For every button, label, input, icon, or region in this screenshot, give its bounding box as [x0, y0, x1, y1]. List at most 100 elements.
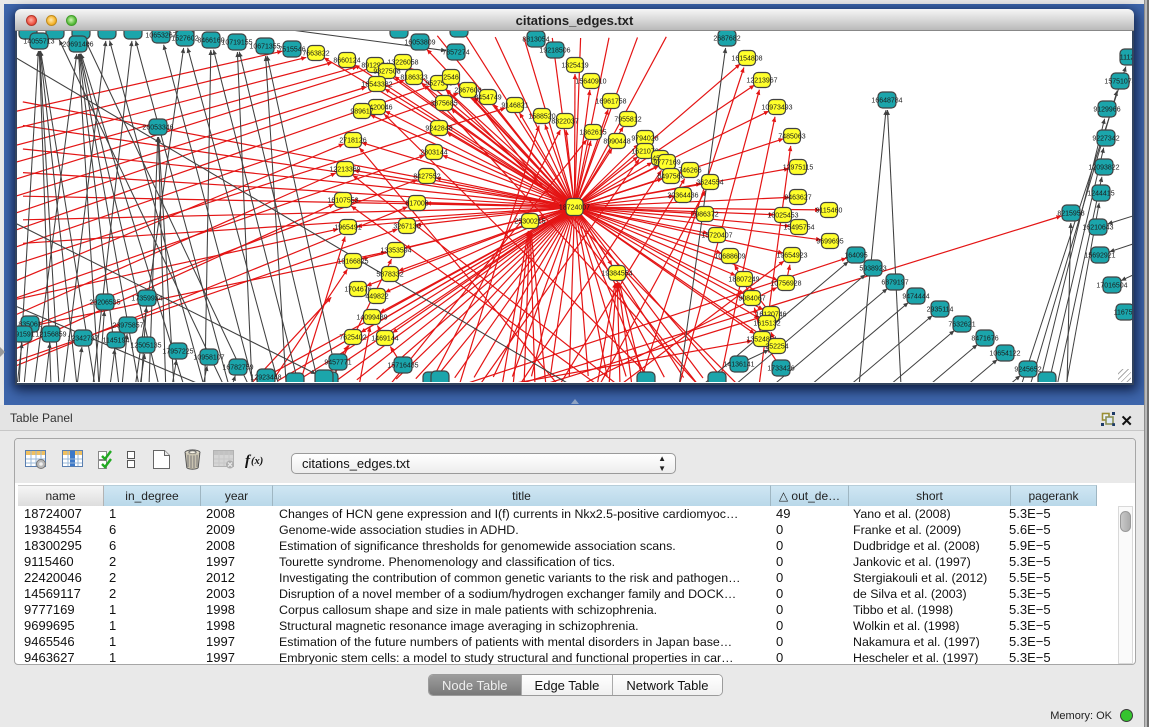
svg-text:9463627: 9463627	[784, 194, 811, 201]
svg-text:2367608: 2367608	[454, 87, 481, 94]
svg-text:16107553: 16107553	[327, 197, 358, 204]
svg-text:1527602: 1527602	[171, 35, 198, 42]
svg-text:7663822: 7663822	[302, 50, 329, 57]
svg-text:8427552: 8427552	[413, 173, 440, 180]
svg-text:5938923: 5938923	[859, 265, 886, 272]
svg-text:20364436: 20364436	[667, 192, 698, 199]
svg-text:9245652: 9245652	[1014, 366, 1041, 373]
svg-text:12156859: 12156859	[35, 331, 66, 338]
svg-text:10025453: 10025453	[767, 212, 798, 219]
svg-text:391591: 391591	[17, 331, 35, 338]
svg-text:1145194: 1145194	[103, 337, 130, 344]
svg-text:10958107: 10958107	[193, 354, 224, 361]
svg-text:7857274: 7857274	[442, 49, 469, 56]
svg-text:9084067: 9084067	[738, 295, 765, 302]
svg-text:15692921: 15692921	[1084, 252, 1115, 259]
svg-text:17957225: 17957225	[162, 348, 193, 355]
svg-text:9115460: 9115460	[816, 207, 843, 214]
svg-text:8454749: 8454749	[474, 94, 501, 101]
svg-text:7485063: 7485063	[778, 133, 805, 140]
svg-text:449822: 449822	[365, 293, 388, 300]
svg-text:15716485: 15716485	[387, 362, 418, 369]
svg-text:10973493: 10973493	[761, 104, 792, 111]
svg-text:9129966: 9129966	[1093, 106, 1120, 113]
svg-text:16210643: 16210643	[1082, 224, 1113, 231]
svg-text:989617: 989617	[350, 108, 373, 115]
svg-text:9146821: 9146821	[501, 102, 528, 109]
svg-text:3624554: 3624554	[696, 179, 723, 186]
svg-text:8471676: 8471676	[971, 335, 998, 342]
svg-text:17359934: 17359934	[131, 295, 162, 302]
svg-text:7955812: 7955812	[614, 116, 641, 123]
svg-text:9227342: 9227342	[1092, 135, 1119, 142]
svg-text:9794028: 9794028	[631, 135, 658, 142]
svg-text:16648784: 16648784	[871, 97, 902, 104]
svg-text:10756928: 10756928	[770, 280, 801, 287]
svg-text:7632621: 7632621	[948, 321, 975, 328]
svg-text:1325419: 1325419	[561, 62, 588, 69]
svg-text:14136141: 14136141	[723, 361, 754, 368]
svg-text:8813054: 8813054	[522, 36, 549, 43]
svg-text:2546: 2546	[443, 74, 459, 81]
svg-text:11120: 11120	[1120, 54, 1132, 61]
svg-text:19654923: 19654923	[776, 252, 807, 259]
svg-text:12923448: 12923448	[250, 374, 281, 381]
svg-text:6497568: 6497568	[657, 173, 684, 180]
svg-text:10688609: 10688609	[714, 253, 745, 260]
svg-text:12342737: 12342737	[67, 335, 98, 342]
svg-text:9242848: 9242848	[425, 125, 452, 132]
svg-text:164095: 164095	[844, 252, 867, 259]
svg-text:15640910: 15640910	[575, 78, 606, 85]
svg-text:3267130: 3267130	[393, 223, 420, 230]
svg-text:746266: 746266	[678, 167, 701, 174]
svg-text:817008: 817008	[405, 200, 428, 207]
svg-text:1469144: 1469144	[371, 335, 398, 342]
svg-text:9699695: 9699695	[816, 238, 843, 245]
svg-text:2803144: 2803144	[420, 149, 447, 156]
svg-text:10654122: 10654122	[989, 350, 1020, 357]
svg-text:14099489: 14099489	[356, 314, 387, 321]
svg-text:17016504: 17016504	[1096, 282, 1127, 289]
svg-text:9457771: 9457771	[324, 359, 351, 366]
svg-text:1244415: 1244415	[1087, 190, 1114, 197]
svg-text:13353594: 13353594	[380, 247, 411, 254]
svg-text:15720407: 15720407	[701, 232, 732, 239]
svg-text:23975857: 23975857	[112, 322, 143, 329]
svg-text:7986372: 7986372	[691, 211, 718, 218]
svg-text:12975115: 12975115	[783, 164, 814, 171]
svg-text:16053809: 16053809	[404, 39, 435, 46]
svg-text:10671355: 10671355	[249, 43, 280, 50]
svg-text:1362615: 1362615	[579, 129, 606, 136]
svg-text:9327508: 9327508	[373, 68, 400, 75]
svg-text:1704676: 1704676	[344, 286, 371, 293]
svg-text:10719155: 10719155	[221, 39, 252, 46]
svg-text:2718126: 2718126	[339, 137, 366, 144]
svg-text:252254: 252254	[765, 343, 788, 350]
svg-text:26053346: 26053346	[142, 124, 173, 131]
svg-text:1615132: 1615132	[753, 320, 780, 327]
svg-text:20691406: 20691406	[62, 41, 93, 48]
svg-text:19166825: 19166825	[337, 258, 368, 265]
svg-text:1965491: 1965491	[334, 224, 361, 231]
svg-text:2935114: 2935114	[927, 306, 954, 313]
svg-text:16961758: 16961758	[595, 98, 626, 105]
svg-text:8990448: 8990448	[603, 138, 630, 145]
svg-text:5878332: 5878332	[376, 271, 403, 278]
svg-text:14055713: 14055713	[23, 38, 54, 45]
svg-text:8660124: 8660124	[333, 57, 360, 64]
svg-text:12505135: 12505135	[130, 342, 161, 349]
svg-text:18807249: 18807249	[728, 276, 759, 283]
svg-text:12093822: 12093822	[1088, 164, 1119, 171]
svg-text:7625402: 7625402	[339, 334, 366, 341]
svg-text:2687682: 2687682	[713, 35, 740, 42]
svg-text:16154808: 16154808	[731, 55, 762, 62]
svg-text:12213967: 12213967	[746, 77, 777, 84]
svg-text:15495754: 15495754	[783, 224, 814, 231]
svg-text:25300215: 25300215	[514, 218, 545, 225]
svg-text:116753: 116753	[1114, 309, 1132, 316]
svg-text:6879197: 6879197	[881, 279, 908, 286]
svg-text:1733426: 1733426	[767, 365, 794, 372]
svg-text:3875685: 3875685	[430, 100, 457, 107]
svg-text:8186323: 8186323	[400, 74, 427, 81]
svg-text:8215958: 8215958	[1057, 210, 1084, 217]
